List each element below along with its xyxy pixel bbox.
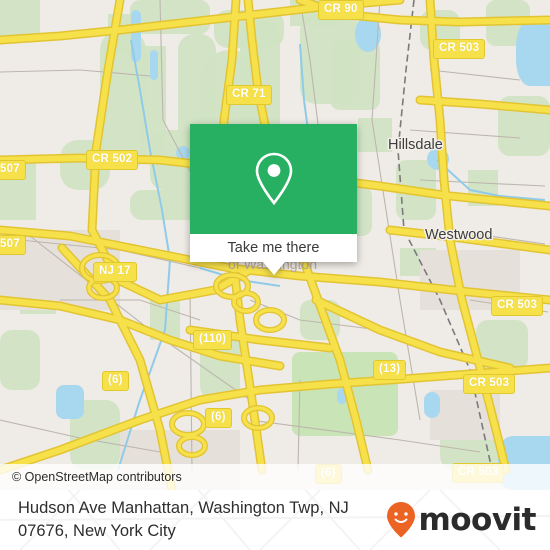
place-label-hillsdale: Hillsdale (388, 137, 443, 153)
road-shield: 507 (0, 235, 26, 255)
moovit-map-screenshot: of Washington Hillsdale Westwood CR 90 C… (0, 0, 550, 550)
moovit-wordmark: moovit (418, 502, 536, 538)
moovit-logo: moovit (386, 501, 536, 539)
road-shield: CR 503 (463, 374, 516, 394)
road-shield: (6) (205, 408, 232, 428)
popup-pin-panel (190, 124, 357, 234)
moovit-smiley-pin-icon (387, 502, 416, 538)
road-shield: CR 90 (318, 0, 364, 20)
osm-attribution-text: © OpenStreetMap contributors (12, 470, 182, 484)
road-shield: CR 503 (491, 296, 544, 316)
road-shield: CR 502 (86, 150, 139, 170)
popup-pointer-tail (262, 262, 285, 275)
road-shield: NJ 17 (93, 262, 137, 282)
road-shield: (110) (193, 330, 233, 350)
take-me-there-button[interactable]: Take me there (190, 234, 357, 262)
road-shield: (13) (373, 360, 407, 380)
map-canvas[interactable]: of Washington Hillsdale Westwood CR 90 C… (0, 0, 550, 490)
map-attribution-bar: © OpenStreetMap contributors (0, 464, 550, 490)
road-shield: (6) (102, 371, 129, 391)
road-shield: CR 71 (226, 85, 272, 105)
footer-bar: Hudson Ave Manhattan, Washington Twp, NJ… (0, 490, 550, 550)
address-text: Hudson Ave Manhattan, Washington Twp, NJ… (18, 499, 349, 540)
road-shield: 507 (0, 160, 26, 180)
place-label-westwood: Westwood (425, 227, 493, 243)
map-pin-icon (255, 152, 292, 206)
location-popup-card[interactable]: Take me there (190, 124, 357, 275)
road-shield: CR 503 (433, 39, 486, 59)
